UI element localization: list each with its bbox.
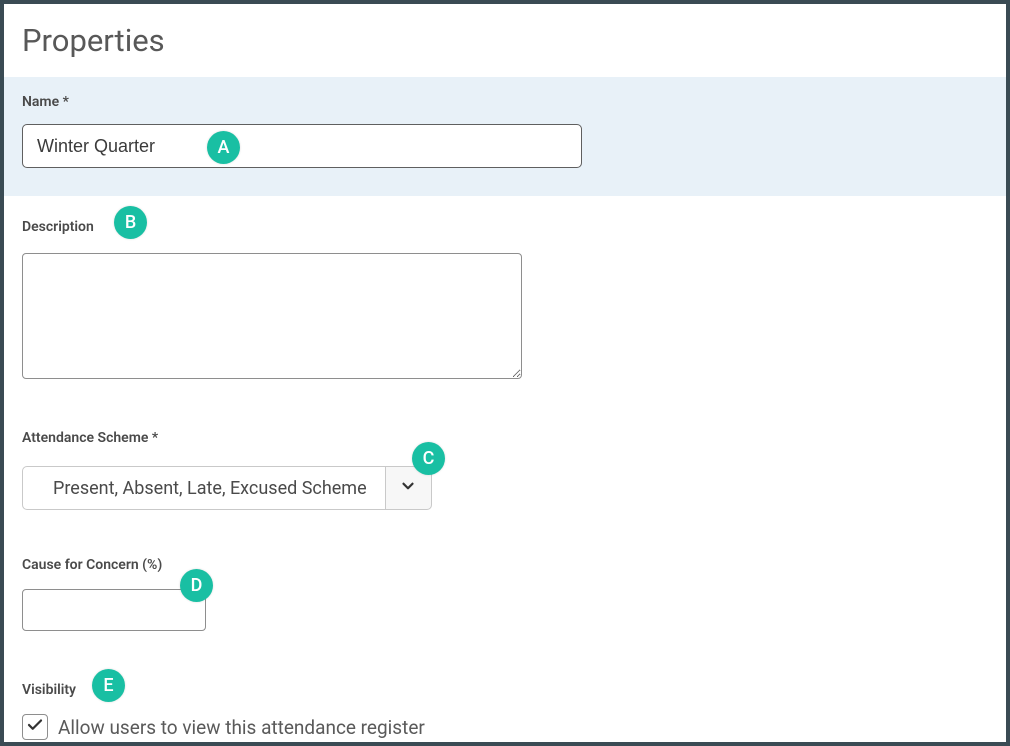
- cause-for-concern-input[interactable]: [22, 589, 206, 631]
- attendance-scheme-selected: Present, Absent, Late, Excused Scheme: [22, 466, 386, 510]
- attendance-scheme-label: Attendance Scheme *: [22, 430, 158, 446]
- description-textarea[interactable]: [22, 253, 522, 379]
- badge-c: C: [412, 442, 445, 475]
- visibility-section: Visibility E Allow users to view this at…: [4, 679, 1006, 740]
- properties-panel: Properties Name * A Description B Attend…: [0, 0, 1010, 746]
- cause-for-concern-section: Cause for Concern (%) D: [4, 554, 1006, 631]
- cause-for-concern-label: Cause for Concern (%): [22, 557, 162, 573]
- visibility-checkbox-label: Allow users to view this attendance regi…: [58, 716, 425, 739]
- attendance-scheme-dropdown[interactable]: Present, Absent, Late, Excused Scheme: [22, 466, 432, 510]
- name-banner: Name * A: [4, 77, 1006, 196]
- description-section: Description B: [4, 216, 1006, 383]
- visibility-label: Visibility: [22, 682, 76, 698]
- chevron-down-icon: [399, 477, 417, 499]
- name-input[interactable]: [22, 124, 582, 168]
- badge-e: E: [92, 669, 125, 702]
- badge-b: B: [114, 206, 147, 239]
- name-label: Name *: [22, 94, 69, 110]
- description-label: Description: [22, 219, 94, 235]
- check-icon: [26, 716, 44, 738]
- visibility-checkbox[interactable]: [22, 714, 48, 740]
- attendance-scheme-section: Attendance Scheme * Present, Absent, Lat…: [4, 427, 1006, 510]
- page-title: Properties: [4, 22, 1006, 77]
- badge-a: A: [207, 131, 240, 164]
- badge-d: D: [180, 569, 213, 602]
